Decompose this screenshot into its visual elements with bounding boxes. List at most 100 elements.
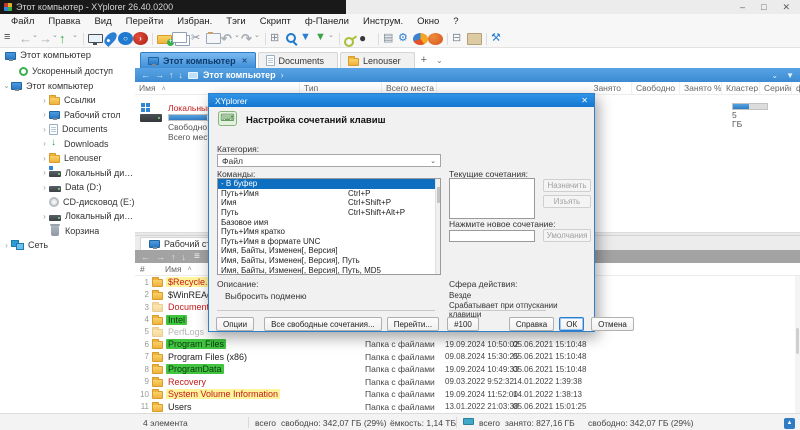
file-row[interactable]: 11 Users Папка с файлами 13.01.2022 21:0… bbox=[135, 400, 800, 412]
tree-item-quick-access[interactable]: Ускоренный доступ bbox=[0, 64, 135, 79]
key-icon[interactable] bbox=[344, 32, 359, 47]
expander-icon[interactable]: › bbox=[40, 125, 49, 134]
menu-item[interactable]: ф-Панели bbox=[298, 14, 356, 30]
crumb-down-icon[interactable]: ↓ bbox=[179, 70, 184, 80]
expander-icon[interactable]: › bbox=[40, 212, 49, 221]
drive-tile-d-partial[interactable]: 5 ГБ bbox=[732, 102, 772, 129]
scrollbar[interactable] bbox=[435, 179, 440, 274]
file-row[interactable]: 8 ProgramData Папка с файлами 19.09.2024… bbox=[135, 363, 800, 375]
crumb-down-icon[interactable]: ↓ bbox=[182, 252, 187, 262]
location-pin-icon[interactable] bbox=[102, 30, 119, 47]
help-button[interactable]: Справка bbox=[508, 317, 555, 331]
command-item[interactable]: Имя Ctrl+Shift+P bbox=[218, 198, 440, 208]
tree-item-disk-c[interactable]: › Локальный диск (C:) bbox=[0, 166, 135, 181]
expander-icon[interactable]: › bbox=[2, 241, 11, 250]
tools-icon[interactable]: ⚒ bbox=[491, 31, 506, 47]
xyplorer-logo-icon[interactable]: ▲ bbox=[784, 418, 795, 429]
panel-icon[interactable] bbox=[467, 32, 482, 45]
options-button[interactable]: Опции bbox=[216, 317, 255, 331]
cut-icon[interactable]: ✂ bbox=[191, 31, 206, 47]
file-row[interactable]: 6 Program Files Папка с файлами 19.09.20… bbox=[135, 338, 800, 350]
grid-view-icon[interactable]: ▤ bbox=[383, 31, 398, 47]
tab-list-dropdown-icon[interactable]: ⌄ bbox=[433, 56, 446, 65]
menu-item[interactable]: Тэги bbox=[219, 14, 252, 30]
remove-button[interactable]: Изъять bbox=[543, 195, 591, 208]
menu-item[interactable]: Файл bbox=[4, 14, 41, 30]
column-header[interactable]: Свободно bbox=[632, 82, 680, 94]
column-header[interactable]: Серийн... bbox=[760, 82, 792, 94]
tree-item-lenouser[interactable]: › Lenouser bbox=[0, 151, 135, 166]
command-item[interactable]: Путь Ctrl+Shift+Alt+P bbox=[218, 208, 440, 218]
tab-this-pc[interactable]: Этот компьютер ✕ bbox=[140, 52, 256, 68]
menu-item[interactable]: Перейти bbox=[119, 14, 171, 30]
split-pane-icon[interactable]: ⊟ bbox=[452, 31, 467, 47]
tab-lenouser[interactable]: Lenouser bbox=[340, 52, 415, 68]
ok-button[interactable]: ОК bbox=[559, 317, 585, 331]
dialog-titlebar[interactable]: XYplorer ✕ bbox=[209, 94, 594, 107]
crumb-back-icon[interactable]: ← bbox=[141, 70, 150, 80]
tree-item-links[interactable]: › Ссылки bbox=[0, 93, 135, 108]
forward-dropdown-icon[interactable]: ⌄ bbox=[52, 31, 59, 47]
copy-icon[interactable] bbox=[172, 31, 187, 43]
menu-item[interactable]: Инструм. bbox=[356, 14, 410, 30]
current-shortcuts-listbox[interactable] bbox=[449, 178, 535, 219]
address-dropdown-icon[interactable]: ⌄ bbox=[771, 71, 778, 80]
tab-documents[interactable]: Documents bbox=[257, 52, 339, 68]
undo-dropdown-icon[interactable]: ⌄ bbox=[234, 31, 241, 47]
breadcrumb[interactable]: Этот компьютер bbox=[203, 70, 276, 80]
tree-item-cd-e[interactable]: CD-дисковод (E:) bbox=[0, 195, 135, 210]
menu-icon[interactable]: ≡ bbox=[4, 31, 19, 47]
go-icon[interactable]: › bbox=[133, 32, 148, 45]
maximize-button[interactable]: □ bbox=[761, 2, 766, 12]
chevron-right-icon[interactable]: › bbox=[281, 70, 284, 80]
menu-item[interactable]: Вид bbox=[87, 14, 118, 30]
command-item[interactable]: Путь+Имя кратко bbox=[218, 227, 440, 237]
scrollbar[interactable] bbox=[795, 276, 800, 413]
menu-icon[interactable]: ≡ bbox=[194, 251, 200, 262]
tile-view-icon[interactable]: ⊞ bbox=[270, 31, 285, 47]
expander-icon[interactable]: › bbox=[40, 154, 49, 163]
command-item[interactable]: Имя, Байты, Изменен[, Версия], Путь bbox=[218, 256, 440, 266]
tree-header[interactable]: Этот компьютер bbox=[0, 49, 135, 62]
tree-item-recycle-bin[interactable]: Корзина bbox=[0, 224, 135, 239]
new-shortcut-input[interactable] bbox=[449, 230, 535, 242]
filter-dropdown-icon[interactable]: ⌄ bbox=[328, 31, 335, 47]
color-filter-icon[interactable] bbox=[413, 32, 428, 45]
up-dropdown-icon[interactable]: ⌄ bbox=[72, 31, 79, 47]
redo-dropdown-icon[interactable]: ⌄ bbox=[254, 31, 261, 47]
minimize-button[interactable]: – bbox=[740, 2, 745, 12]
tree-item-desktop[interactable]: › Рабочий стол bbox=[0, 108, 135, 123]
column-header[interactable]: ф-Система bbox=[792, 82, 800, 94]
tab-close-icon[interactable]: ✕ bbox=[242, 57, 248, 65]
menu-item[interactable]: Окно bbox=[410, 14, 446, 30]
column-header[interactable]: Кластер bbox=[722, 82, 760, 94]
category-select[interactable]: Файл ⌄ bbox=[217, 154, 441, 167]
tree-item-downloads[interactable]: › Downloads bbox=[0, 137, 135, 152]
tree-item-documents[interactable]: › Documents bbox=[0, 122, 135, 137]
crumb-forward-icon[interactable]: → bbox=[156, 252, 165, 262]
mini-filter-icon[interactable]: ▼ bbox=[786, 71, 794, 80]
close-button[interactable]: ✕ bbox=[782, 2, 790, 13]
crumb-up-icon[interactable]: ↑ bbox=[169, 70, 174, 80]
dialog-close-icon[interactable]: ✕ bbox=[581, 96, 588, 105]
column-header-name[interactable]: Имя bbox=[151, 264, 182, 274]
crumb-forward-icon[interactable]: → bbox=[155, 70, 164, 80]
expander-icon[interactable]: › bbox=[40, 96, 49, 105]
expander-icon[interactable]: › bbox=[40, 183, 49, 192]
command-item[interactable]: Путь+Имя в формате UNC bbox=[218, 237, 440, 247]
tree-item-this-pc[interactable]: ⌄ Этот компьютер bbox=[0, 79, 135, 94]
expander-icon[interactable]: › bbox=[40, 110, 49, 119]
menu-item[interactable]: Скрипт bbox=[253, 14, 298, 30]
crumb-up-icon[interactable]: ↑ bbox=[171, 252, 176, 262]
command-id-button[interactable]: #100 bbox=[447, 317, 479, 331]
gear-icon[interactable]: ⚙ bbox=[398, 31, 413, 47]
all-free-shortcuts-button[interactable]: Все свободные сочетания... bbox=[264, 317, 382, 331]
tree-item-disk-f[interactable]: › Локальный диск (F:) bbox=[0, 209, 135, 224]
new-tab-button[interactable]: + bbox=[417, 54, 431, 66]
expander-icon[interactable]: › bbox=[40, 168, 49, 177]
goto-button[interactable]: Перейти... bbox=[386, 317, 440, 331]
tree-item-data-d[interactable]: › Data (D:) bbox=[0, 180, 135, 195]
menu-item[interactable]: ? bbox=[446, 14, 465, 30]
desktop-icon[interactable] bbox=[88, 33, 103, 45]
column-header[interactable]: Занято % bbox=[680, 82, 722, 94]
